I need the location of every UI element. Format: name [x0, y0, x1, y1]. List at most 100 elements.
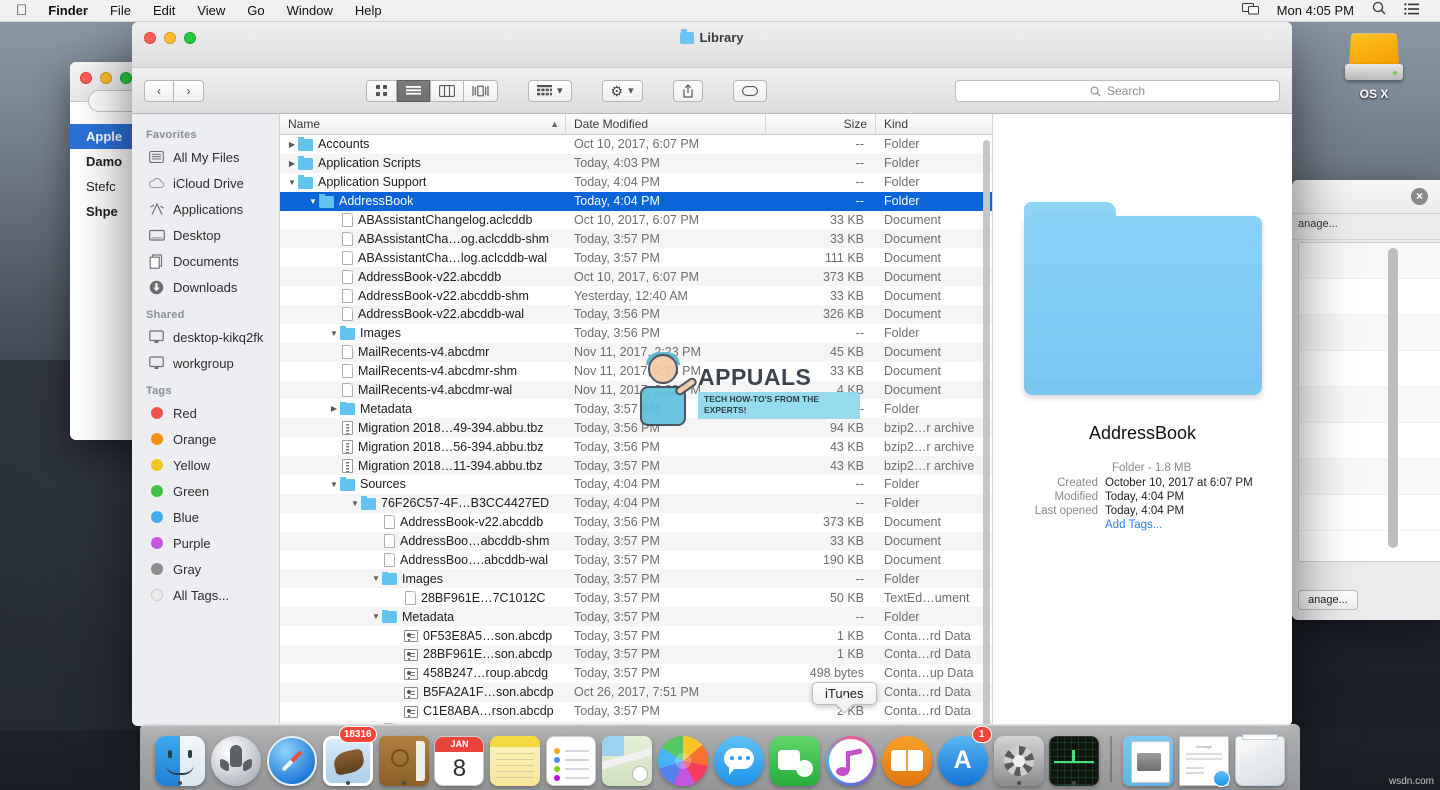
column-header-name[interactable]: Name ▲ [280, 114, 566, 135]
back-button[interactable]: ‹ [144, 80, 174, 102]
sidebar-item-downloads[interactable]: Downloads [132, 274, 279, 300]
minimize-button[interactable] [100, 72, 112, 84]
list-item[interactable] [1299, 459, 1440, 495]
table-row[interactable]: ▼76F26C57-4F…B3CC4427EDToday, 4:04 PM--F… [280, 494, 992, 513]
list-item[interactable] [1299, 279, 1440, 315]
table-row[interactable]: ▶AccountsOct 10, 2017, 6:07 PM--Folder [280, 135, 992, 154]
table-row[interactable]: MailRecents-v4.abcdmr-walNov 11, 2017, 2… [280, 381, 992, 400]
table-row[interactable]: MailRecents-v4.abcdmr-shmNov 11, 2017, 2… [280, 362, 992, 381]
menu-item-edit[interactable]: Edit [142, 0, 186, 22]
notification-center-icon[interactable] [1395, 0, 1428, 22]
disclosure-triangle-open-icon[interactable]: ▼ [370, 574, 382, 583]
manage-button[interactable]: anage... [1298, 218, 1338, 230]
zoom-button[interactable] [120, 72, 132, 84]
apple-logo-icon[interactable]:  [10, 0, 37, 22]
coverflow-view-button[interactable] [464, 80, 498, 102]
sidebar-item-all-my-files[interactable]: All My Files [132, 144, 279, 170]
table-row[interactable]: MailRecents-v4.abcdmrNov 11, 2017, 2:23 … [280, 343, 992, 362]
sidebar-item-tag-blue[interactable]: Blue [132, 504, 279, 530]
disclosure-triangle-open-icon[interactable]: ▼ [349, 499, 361, 508]
list-item[interactable] [1299, 243, 1440, 279]
disclosure-triangle-open-icon[interactable]: ▼ [328, 329, 340, 338]
table-row[interactable]: ▶Application ScriptsToday, 4:03 PM--Fold… [280, 154, 992, 173]
background-right-window[interactable]: × anage... anage... [1292, 180, 1440, 620]
list-view-button[interactable] [397, 80, 430, 102]
sidebar-item-desktop[interactable]: Desktop [132, 222, 279, 248]
dock-item-launchpad[interactable] [208, 728, 264, 786]
disclosure-triangle-open-icon[interactable]: ▼ [370, 612, 382, 621]
table-row[interactable]: AddressBoo….abcddb-walToday, 3:57 PM190 … [280, 551, 992, 570]
dock-item-trash[interactable] [1232, 728, 1288, 786]
table-row[interactable]: ▼AddressBookToday, 4:04 PM--Folder [280, 192, 992, 211]
dock-item-document-stack[interactable]: Message [1176, 728, 1232, 786]
table-row[interactable]: ABAssistantChangelog.aclcddbOct 10, 2017… [280, 211, 992, 230]
sidebar-item-desktop-kikq2fk[interactable]: desktop-kikq2fk [132, 324, 279, 350]
dock-item-photos[interactable] [655, 728, 711, 786]
table-row[interactable]: ▼Application SupportToday, 4:04 PM--Fold… [280, 173, 992, 192]
disclosure-triangle-open-icon[interactable]: ▼ [328, 480, 340, 489]
sidebar-item-tag-green[interactable]: Green [132, 478, 279, 504]
sidebar-item-documents[interactable]: Documents [132, 248, 279, 274]
menu-item-help[interactable]: Help [344, 0, 393, 22]
table-row[interactable]: AddressBook-v22.abcddb-walToday, 3:56 PM… [280, 305, 992, 324]
table-row[interactable]: C1E8ABA…rson.abcdpToday, 3:57 PM2 KBCont… [280, 702, 992, 721]
sidebar-item-tag-red[interactable]: Red [132, 400, 279, 426]
table-row[interactable]: Migration 2018…56-394.abbu.tbzToday, 3:5… [280, 437, 992, 456]
dock-item-notes[interactable] [487, 728, 543, 786]
dock-item-messages[interactable] [711, 728, 767, 786]
disclosure-triangle-closed-icon[interactable]: ▶ [328, 404, 340, 413]
file-list-rows[interactable]: ▶AccountsOct 10, 2017, 6:07 PM--Folder▶A… [280, 135, 992, 726]
dock-item-facetime[interactable] [767, 728, 823, 786]
table-row[interactable]: AddressBook-v22.abcddb-shmYesterday, 12:… [280, 286, 992, 305]
table-row[interactable]: ▼ImagesToday, 3:56 PM--Folder [280, 324, 992, 343]
column-view-button[interactable] [430, 80, 464, 102]
dock-item-calendar[interactable]: JAN 8 [432, 728, 488, 786]
table-row[interactable]: 458B247…roup.abcdgToday, 3:57 PM498 byte… [280, 664, 992, 683]
sidebar-item-tag-purple[interactable]: Purple [132, 530, 279, 556]
sidebar-item-workgroup[interactable]: workgroup [132, 350, 279, 376]
sidebar-item-tag-orange[interactable]: Orange [132, 426, 279, 452]
sidebar-item-applications[interactable]: Applications [132, 196, 279, 222]
action-gear-button[interactable]: ⚙ ▾ [602, 80, 643, 102]
sidebar-item-tag-yellow[interactable]: Yellow [132, 452, 279, 478]
disclosure-triangle-closed-icon[interactable]: ▶ [286, 159, 298, 168]
table-row[interactable]: B5FA2A1F…son.abcdpOct 26, 2017, 7:51 PM1… [280, 683, 992, 702]
dock-item-mail[interactable]: 18316 [320, 728, 376, 786]
table-row[interactable]: ▼ImagesToday, 3:57 PM--Folder [280, 569, 992, 588]
column-header-date-modified[interactable]: Date Modified [566, 114, 766, 135]
list-item[interactable] [1299, 495, 1440, 531]
finder-search-field[interactable]: Search [955, 80, 1280, 102]
dock-item-ibooks[interactable] [879, 728, 935, 786]
disclosure-triangle-open-icon[interactable]: ▼ [307, 197, 319, 206]
table-row[interactable]: ▶MetadataToday, 3:57 PM--Folder [280, 399, 992, 418]
dock-item-system-preferences[interactable] [991, 728, 1047, 786]
dock-item-reminders[interactable] [543, 728, 599, 786]
edit-tags-button[interactable] [733, 80, 767, 102]
dock-item-downloads-stack[interactable] [1120, 728, 1176, 786]
dock-item-contacts[interactable] [376, 728, 432, 786]
list-item[interactable] [1299, 351, 1440, 387]
disclosure-triangle-open-icon[interactable]: ▼ [286, 178, 298, 187]
table-row[interactable]: Migration 2018…11-394.abbu.tbzToday, 3:5… [280, 456, 992, 475]
dock-item-maps[interactable] [599, 728, 655, 786]
right-window-bottom-button[interactable]: anage... [1298, 590, 1358, 610]
menu-item-finder[interactable]: Finder [37, 0, 99, 22]
close-circle-icon[interactable]: × [1411, 188, 1428, 205]
right-window-scrollbar[interactable] [1388, 248, 1398, 548]
forward-button[interactable]: › [174, 80, 204, 102]
menu-item-go[interactable]: Go [236, 0, 275, 22]
sidebar-item-tag-gray[interactable]: Gray [132, 556, 279, 582]
table-row[interactable]: 28BF961E…7C1012CToday, 3:57 PM50 KBTextE… [280, 588, 992, 607]
icon-view-button[interactable] [366, 80, 397, 102]
sidebar-item-all-tags[interactable]: All Tags... [132, 582, 279, 608]
list-item[interactable] [1299, 387, 1440, 423]
finder-window[interactable]: Library ‹ › [132, 22, 1292, 726]
dock-item-app-store[interactable]: A 1 [935, 728, 991, 786]
desktop-drive-osx[interactable]: OS X [1338, 32, 1410, 101]
dock-item-safari[interactable] [264, 728, 320, 786]
column-header-size[interactable]: Size [766, 114, 876, 135]
table-row[interactable]: AddressBook-v22.abcddbOct 10, 2017, 6:07… [280, 267, 992, 286]
table-row[interactable]: ABAssistantCha…log.aclcddb-walToday, 3:5… [280, 248, 992, 267]
file-list-scrollbar[interactable] [983, 140, 990, 726]
menu-clock[interactable]: Mon 4:05 PM [1268, 0, 1363, 22]
